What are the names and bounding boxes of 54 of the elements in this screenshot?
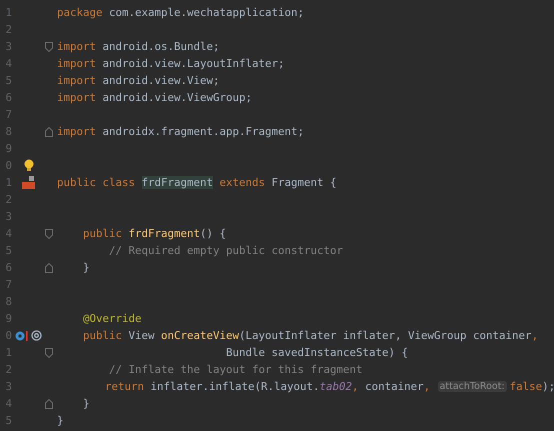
code-line: import android.view.ViewGroup; bbox=[57, 91, 252, 104]
code-line: public frdFragment() { bbox=[82, 227, 226, 240]
line-number: 4 bbox=[4, 227, 12, 240]
code-line: @Override bbox=[82, 312, 142, 325]
line-number: 7 bbox=[4, 278, 12, 291]
line-number: 1 bbox=[4, 346, 12, 359]
lightbulb-icon[interactable] bbox=[24, 159, 34, 172]
annotation-icon[interactable] bbox=[31, 330, 42, 341]
fold-icon[interactable] bbox=[45, 228, 53, 238]
line-number: 5 bbox=[4, 74, 12, 87]
line-number: 4 bbox=[4, 397, 12, 410]
code-text: false); bbox=[510, 380, 554, 393]
line-number: 2 bbox=[4, 23, 12, 36]
line-number: 9 bbox=[4, 312, 12, 325]
line-number: 5 bbox=[4, 244, 12, 257]
line-number: 6 bbox=[4, 91, 12, 104]
code-line: import androidx.fragment.app.Fragment; bbox=[57, 125, 304, 138]
fold-icon[interactable] bbox=[45, 42, 53, 52]
code-line: // Inflate the layout for this fragment bbox=[108, 363, 363, 376]
fold-icon[interactable] bbox=[45, 348, 53, 358]
code-line: public class frdFragment extends Fragment { bbox=[57, 176, 337, 189]
line-number: 9 bbox=[4, 142, 12, 155]
line-number: 2 bbox=[4, 363, 12, 376]
line-number: 4 bbox=[4, 57, 12, 70]
line-number: 7 bbox=[4, 108, 12, 121]
code-line: } bbox=[82, 261, 90, 274]
line-number: 3 bbox=[4, 210, 12, 223]
code-line: } bbox=[82, 397, 90, 410]
line-number: 0 bbox=[4, 159, 12, 172]
code-line: import android.view.LayoutInflater; bbox=[57, 57, 285, 70]
fold-icon[interactable] bbox=[45, 126, 53, 136]
class-icon[interactable] bbox=[22, 176, 35, 189]
line-number: 5 bbox=[4, 414, 12, 427]
code-line: import android.view.View; bbox=[57, 74, 220, 87]
code-line: Bundle savedInstanceState) { bbox=[225, 346, 408, 359]
line-number: 8 bbox=[4, 295, 12, 308]
code-line: public View onCreateView(LayoutInflater inflater, ViewGroup container, bbox=[82, 329, 538, 342]
line-number: 1 bbox=[4, 6, 12, 19]
line-number: 8 bbox=[4, 125, 12, 138]
override-icon[interactable] bbox=[15, 330, 28, 342]
code-line: // Required empty public constructor bbox=[108, 244, 344, 257]
line-number: 2 bbox=[4, 193, 12, 206]
line-number: 3 bbox=[4, 380, 12, 393]
fold-icon[interactable] bbox=[45, 398, 53, 408]
code-line: } bbox=[57, 414, 64, 427]
code-line: import android.os.Bundle; bbox=[57, 40, 220, 53]
line-number: 6 bbox=[4, 261, 12, 274]
parameter-hint: attachToRoot: bbox=[438, 381, 507, 392]
fold-icon[interactable] bbox=[45, 262, 53, 272]
line-number: 0 bbox=[4, 329, 12, 342]
code-line: package com.example.wechatapplication; bbox=[57, 6, 304, 19]
line-number: 1 bbox=[4, 176, 12, 189]
code-text: return inflater.inflate(R.layout.tab02, container, bbox=[104, 380, 432, 393]
line-number: 3 bbox=[4, 40, 12, 53]
